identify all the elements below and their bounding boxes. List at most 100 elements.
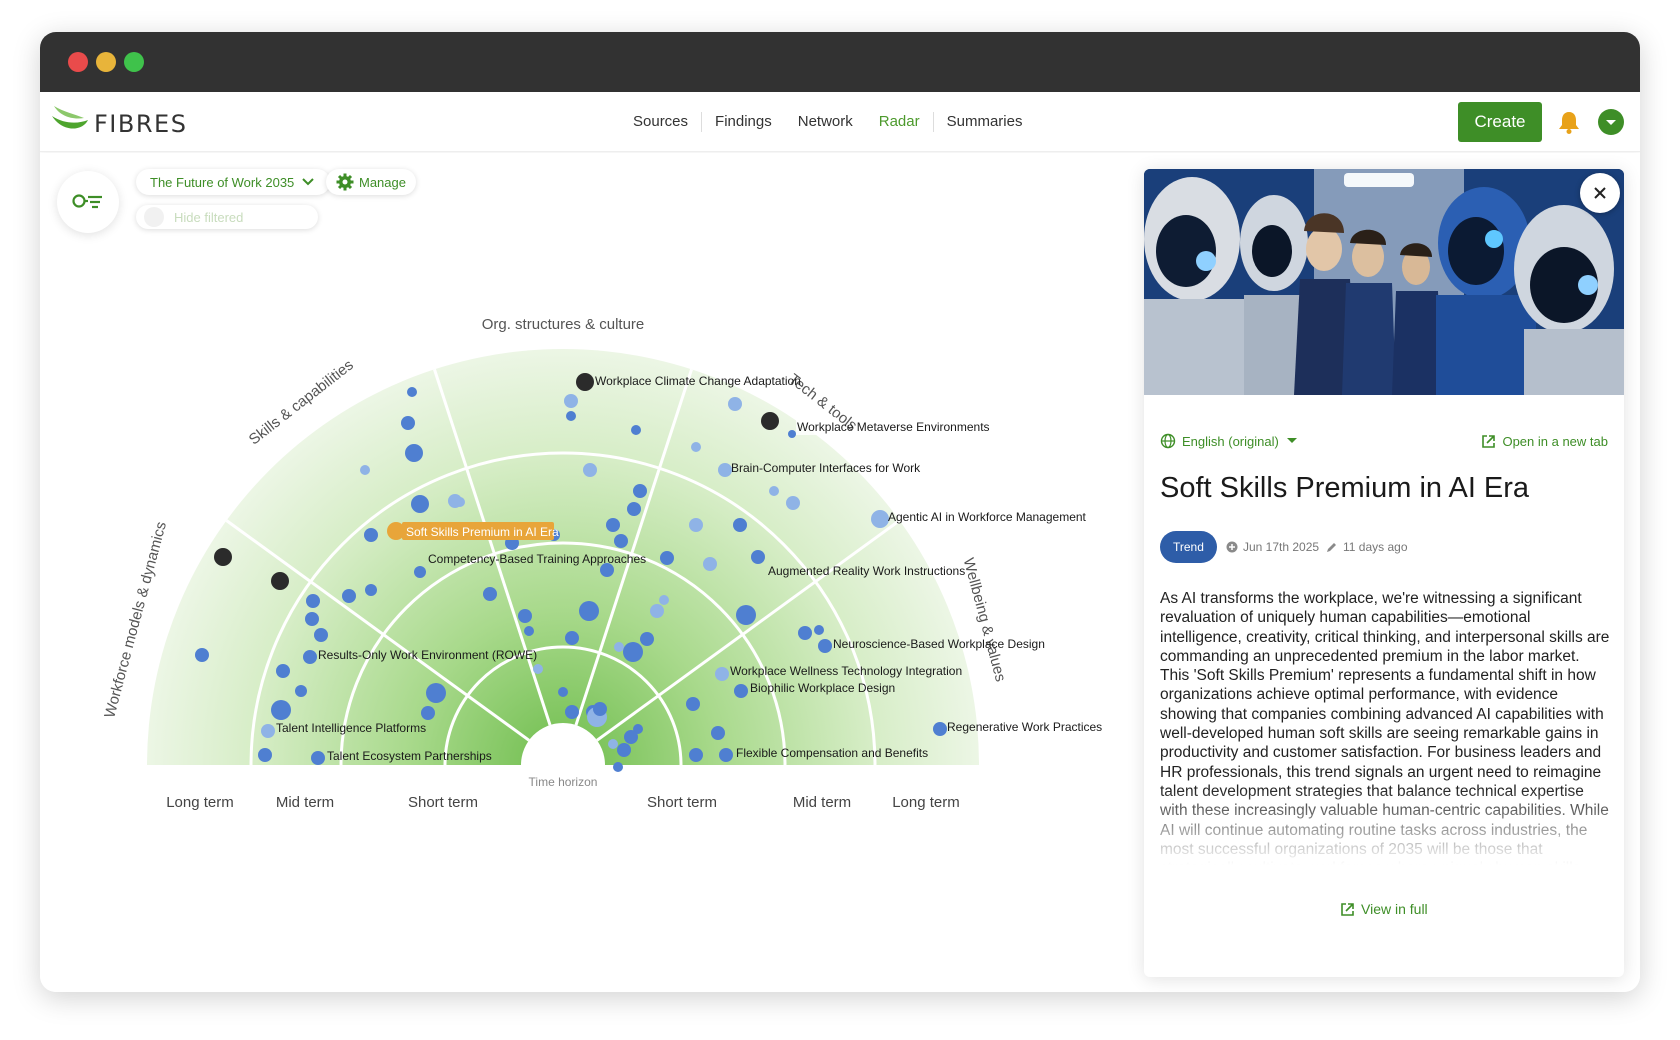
radar-dot[interactable] <box>633 484 647 498</box>
radar-label-item[interactable]: Biophilic Workplace Design <box>750 681 895 695</box>
radar-label-item[interactable]: Workplace Metaverse Environments <box>797 420 990 434</box>
radar-dot[interactable] <box>565 631 579 645</box>
radar-dot[interactable] <box>736 605 756 625</box>
nav-radar[interactable]: Radar <box>866 112 934 132</box>
open-new-tab-link[interactable]: Open in a new tab <box>1481 434 1608 449</box>
radar-label-item[interactable]: Talent Intelligence Platforms <box>276 721 426 735</box>
radar-dot[interactable] <box>564 394 578 408</box>
nav-findings[interactable]: Findings <box>702 112 785 132</box>
radar-dot[interactable] <box>421 706 435 720</box>
radar-dot[interactable] <box>640 632 654 646</box>
radar-dot[interactable] <box>606 518 620 532</box>
radar-dot[interactable] <box>711 726 725 740</box>
radar-dot[interactable] <box>871 510 889 528</box>
radar-dot[interactable] <box>691 442 701 452</box>
radar-dot[interactable] <box>401 416 415 430</box>
radar-dot[interactable] <box>360 465 370 475</box>
radar-dot[interactable] <box>614 642 624 652</box>
radar-dot[interactable] <box>405 444 423 462</box>
radar-label-item[interactable]: Augmented Reality Work Instructions <box>768 564 965 578</box>
radar-dot[interactable] <box>719 748 733 762</box>
radar-dot[interactable] <box>407 387 417 397</box>
radar-dot[interactable] <box>631 425 641 435</box>
radar-dot[interactable] <box>306 594 320 608</box>
radar-dot[interactable] <box>414 566 426 578</box>
radar-dot[interactable] <box>576 373 594 391</box>
radar-dot[interactable] <box>426 683 446 703</box>
radar-dot[interactable] <box>933 722 947 736</box>
radar-dot[interactable] <box>728 397 742 411</box>
radar-dot[interactable] <box>718 463 732 477</box>
radar-dot[interactable] <box>583 463 597 477</box>
radar-dot[interactable] <box>814 625 824 635</box>
radar-label-item[interactable]: Brain-Computer Interfaces for Work <box>731 461 921 475</box>
radar-label-item[interactable]: Results-Only Work Environment (ROWE) <box>318 648 537 662</box>
radar-dot[interactable] <box>305 612 319 626</box>
radar-dot[interactable] <box>558 687 568 697</box>
filter-button[interactable] <box>57 171 119 233</box>
radar-dot[interactable] <box>660 551 674 565</box>
radar-dot[interactable] <box>483 587 497 601</box>
radar-dot[interactable] <box>271 572 289 590</box>
radar-dot[interactable] <box>751 550 765 564</box>
radar-dot[interactable] <box>686 697 700 711</box>
radar-dot[interactable] <box>769 486 779 496</box>
radar-dot[interactable] <box>593 702 607 716</box>
radar-dot[interactable] <box>617 743 631 757</box>
radar-dot[interactable] <box>659 595 669 605</box>
radar-dot[interactable] <box>613 762 623 772</box>
radar-dot[interactable] <box>271 700 291 720</box>
window-minimize-button[interactable] <box>96 52 116 72</box>
radar-label-item[interactable]: Workplace Wellness Technology Integratio… <box>730 664 962 678</box>
radar-dot[interactable] <box>342 589 356 603</box>
radar-dot[interactable] <box>448 494 462 508</box>
radar-dot[interactable] <box>818 639 832 653</box>
radar-dot[interactable] <box>533 664 543 674</box>
radar-dot[interactable] <box>314 628 328 642</box>
radar-dot[interactable] <box>295 685 307 697</box>
radar-label-item[interactable]: Neuroscience-Based Workplace Design <box>833 637 1045 651</box>
radar-dot[interactable] <box>303 650 317 664</box>
language-select[interactable]: English (original) <box>1160 433 1299 449</box>
create-button[interactable]: Create <box>1458 102 1542 142</box>
radar-dot[interactable] <box>261 724 275 738</box>
nav-network[interactable]: Network <box>785 112 866 132</box>
radar-dot[interactable] <box>518 609 532 623</box>
radar-select-dropdown[interactable]: The Future of Work 2035 <box>136 169 331 195</box>
radar-label-item[interactable]: Flexible Compensation and Benefits <box>736 746 928 760</box>
radar-dot[interactable] <box>788 430 796 438</box>
radar-dot[interactable] <box>786 496 800 510</box>
radar-dot[interactable] <box>689 748 703 762</box>
radar-dot[interactable] <box>798 626 812 640</box>
window-maximize-button[interactable] <box>124 52 144 72</box>
radar-label-item[interactable]: Regenerative Work Practices <box>947 720 1102 734</box>
radar-dot[interactable] <box>623 642 643 662</box>
radar-label-item[interactable]: Competency-Based Training Approaches <box>428 552 646 566</box>
user-menu-button[interactable] <box>1598 109 1624 135</box>
radar-dot[interactable] <box>365 584 377 596</box>
radar-label-item[interactable]: Talent Ecosystem Partnerships <box>327 749 492 763</box>
close-panel-button[interactable] <box>1580 173 1620 213</box>
radar-dot[interactable] <box>565 705 579 719</box>
radar-dot[interactable] <box>276 664 290 678</box>
fibres-logo[interactable]: FIBRES <box>50 100 187 138</box>
radar-dot[interactable] <box>734 684 748 698</box>
radar-label-item[interactable]: Workplace Climate Change Adaptation <box>595 374 801 388</box>
radar-dot[interactable] <box>627 502 641 516</box>
radar-dot[interactable] <box>364 528 378 542</box>
hide-filtered-toggle[interactable]: Hide filtered <box>136 205 318 229</box>
bell-icon[interactable] <box>1558 110 1580 134</box>
radar-dot[interactable] <box>733 518 747 532</box>
radar-dot[interactable] <box>614 534 628 548</box>
radar-dot[interactable] <box>761 412 779 430</box>
nav-sources[interactable]: Sources <box>620 112 703 132</box>
manage-button[interactable]: Manage <box>326 169 416 195</box>
radar-dot[interactable] <box>411 495 429 513</box>
radar-dot[interactable] <box>214 548 232 566</box>
window-close-button[interactable] <box>68 52 88 72</box>
radar-dot[interactable] <box>624 730 638 744</box>
radar-label-item[interactable]: Agentic AI in Workforce Management <box>888 510 1087 524</box>
radar-dot[interactable] <box>608 739 618 749</box>
view-in-full-link[interactable]: View in full <box>1340 901 1428 917</box>
radar-dot[interactable] <box>703 557 717 571</box>
